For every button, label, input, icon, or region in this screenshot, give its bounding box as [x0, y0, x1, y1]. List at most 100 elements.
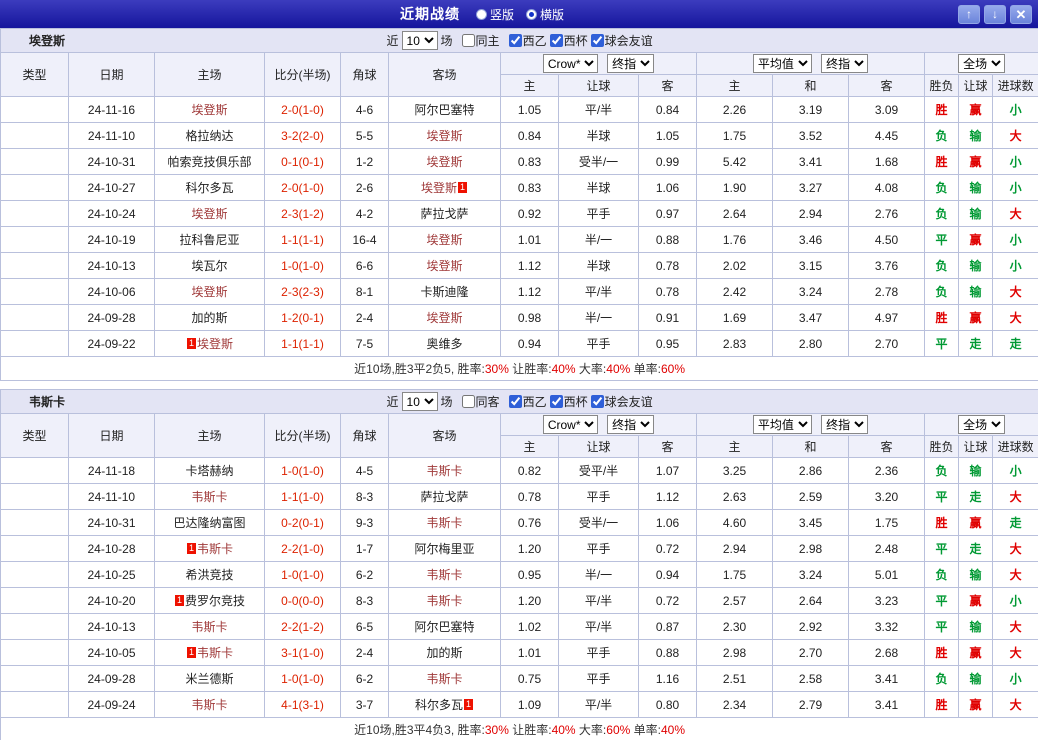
avg-draw-cell: 2.98 — [772, 535, 849, 562]
avg-away-cell: 2.70 — [848, 330, 925, 357]
friendly-checkbox[interactable] — [590, 395, 604, 408]
home-team-cell: 韦斯卡 — [154, 613, 265, 640]
col-odds-handicap: 让球 — [558, 74, 639, 97]
cup-checkbox[interactable] — [549, 34, 563, 47]
avg-draw-cell: 2.86 — [772, 457, 849, 484]
date-cell: 24-10-24 — [68, 200, 155, 227]
away-team-cell: 埃登斯 — [388, 148, 501, 175]
odds-home-cell: 0.82 — [500, 457, 559, 484]
friendly-checkbox[interactable] — [590, 34, 604, 47]
close-button[interactable]: ✕ — [1010, 4, 1032, 24]
red-card-badge: 1 — [464, 699, 473, 710]
result-handicap-cell: 走 — [958, 330, 993, 357]
odds-company-select[interactable]: Crow* — [542, 415, 598, 434]
avg-draw-cell: 2.59 — [772, 483, 849, 510]
team-name-text: 阿尔巴塞特 — [414, 620, 475, 634]
avg-draw-cell: 3.24 — [772, 561, 849, 588]
away-team-cell: 埃登斯 — [388, 304, 501, 331]
score-cell: 1-0(1-0) — [264, 665, 341, 692]
same-venue-filter[interactable]: 同客 — [461, 393, 500, 410]
corner-cell: 8-3 — [340, 587, 389, 614]
scroll-up-button[interactable]: ↑ — [958, 4, 980, 24]
away-team-cell: 阿尔巴塞特 — [388, 613, 501, 640]
window-title: 近期战绩 — [399, 6, 460, 22]
match-row: 西乙 24-09-28 加的斯 1-2(0-1) 2-4 埃登斯 0.98 半/… — [0, 304, 1038, 331]
avg-select[interactable]: 平均值 — [752, 415, 812, 434]
radio-vertical-icon[interactable] — [475, 8, 487, 20]
avg-final-select[interactable]: 终指 — [821, 54, 869, 73]
odds-final-select[interactable]: 终指 — [607, 54, 655, 73]
odds-final-select[interactable]: 终指 — [607, 415, 655, 434]
team-name-text: 韦斯卡 — [191, 698, 228, 712]
match-row: 西乙 24-09-24 韦斯卡 4-1(3-1) 3-7 科尔多瓦 1 1.09 … — [0, 691, 1038, 718]
handicap-cell: 平手 — [558, 200, 639, 227]
league-filter-cup[interactable]: 西杯 — [549, 32, 588, 49]
avg-away-cell: 4.45 — [848, 122, 925, 149]
layout-option-vertical[interactable]: 竖版 — [475, 6, 514, 23]
team-name-text: 卡斯迪隆 — [420, 285, 469, 299]
result-goals-cell: 大 — [991, 613, 1038, 640]
avg-away-cell: 3.41 — [848, 691, 925, 718]
odds-away-cell: 0.88 — [638, 639, 697, 666]
avg-home-cell: 2.98 — [696, 639, 773, 666]
avg-away-cell: 3.41 — [848, 665, 925, 692]
match-count-select[interactable]: 10 — [401, 392, 438, 411]
section-team-name: 埃登斯 — [29, 34, 66, 48]
avg-away-cell: 3.76 — [848, 252, 925, 279]
summary-segment: 30% — [484, 723, 509, 737]
avg-home-cell: 1.90 — [696, 174, 773, 201]
league-type-cell: 西乙 — [0, 587, 69, 614]
layout-option-horizontal[interactable]: 横版 — [526, 6, 564, 23]
scope-select[interactable]: 全场 — [958, 54, 1006, 73]
league-type-cell: 西乙 — [0, 122, 69, 149]
odds-home-cell: 0.84 — [500, 122, 559, 149]
league-checkbox[interactable] — [508, 395, 522, 408]
odds-company-select[interactable]: Crow* — [542, 54, 598, 73]
scope-select[interactable]: 全场 — [958, 415, 1006, 434]
handicap-cell: 平手 — [558, 639, 639, 666]
team-name-text: 格拉纳达 — [185, 129, 234, 143]
same-venue-filter[interactable]: 同主 — [461, 32, 500, 49]
away-team-cell: 埃登斯 1 — [388, 174, 501, 201]
away-team-cell: 韦斯卡 — [388, 561, 501, 588]
league-checkbox[interactable] — [508, 34, 522, 47]
games-label: 场 — [440, 34, 453, 48]
result-goals-cell: 大 — [991, 304, 1038, 331]
same-venue-checkbox[interactable] — [461, 34, 475, 47]
recent-results-window: 近期战绩 竖版 横版 ↑ ↓ ✕ 埃登斯 近 10 场 同主 西乙 西杯 球会友… — [0, 0, 1038, 740]
col-home: 主场 — [154, 52, 265, 97]
result-goals-cell: 大 — [991, 278, 1038, 305]
scroll-down-button[interactable]: ↓ — [984, 4, 1006, 24]
league-filter-friendly[interactable]: 球会友谊 — [590, 32, 653, 49]
layout-radio-group: 竖版 横版 — [475, 6, 564, 23]
result-wdl-cell: 平 — [924, 330, 959, 357]
team-name-text: 埃登斯 — [420, 181, 457, 195]
date-cell: 24-09-22 — [68, 330, 155, 357]
league-filter-laliga2[interactable]: 西乙 — [508, 32, 547, 49]
same-venue-checkbox[interactable] — [461, 395, 475, 408]
home-team-cell: 科尔多瓦 — [154, 174, 265, 201]
cup-checkbox[interactable] — [549, 395, 563, 408]
handicap-cell: 平/半 — [558, 278, 639, 305]
result-wdl-cell: 平 — [924, 226, 959, 253]
avg-select[interactable]: 平均值 — [752, 54, 812, 73]
avg-away-cell: 1.68 — [848, 148, 925, 175]
league-filter-cup[interactable]: 西杯 — [549, 393, 588, 410]
odds-away-cell: 1.12 — [638, 483, 697, 510]
league-type-cell: 西乙 — [0, 691, 69, 718]
match-count-select[interactable]: 10 — [401, 31, 438, 50]
score-cell: 2-0(1-0) — [264, 96, 341, 123]
home-team-cell: 拉科鲁尼亚 — [154, 226, 265, 253]
league-filter-laliga2[interactable]: 西乙 — [508, 393, 547, 410]
col-score: 比分(半场) — [264, 52, 341, 97]
result-handicap-cell: 输 — [958, 561, 993, 588]
team-name-text: 卡塔赫纳 — [185, 464, 234, 478]
team-name-text: 韦斯卡 — [426, 464, 463, 478]
radio-horizontal-icon[interactable] — [526, 8, 537, 20]
odds-away-cell: 1.06 — [638, 509, 697, 536]
avg-final-select[interactable]: 终指 — [821, 415, 869, 434]
handicap-cell: 半球 — [558, 174, 639, 201]
layout-vertical-label[interactable]: 竖版 — [490, 6, 514, 23]
league-filter-friendly[interactable]: 球会友谊 — [590, 393, 653, 410]
layout-horizontal-label[interactable]: 横版 — [540, 6, 564, 23]
